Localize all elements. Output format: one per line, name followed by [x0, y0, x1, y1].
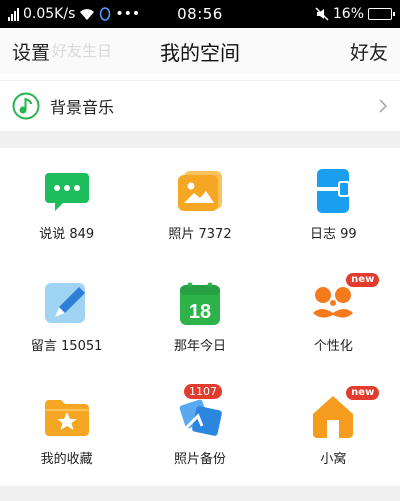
calendar-icon: 18: [179, 282, 220, 326]
grid-item-photos[interactable]: 照片 7372: [133, 148, 266, 261]
signal-icon: [8, 7, 19, 21]
feature-grid: 说说 849 照片 7372 日志 99 留言 15051 18 那年今日 ne…: [0, 148, 400, 486]
qq-penguin-icon: [100, 7, 111, 21]
battery-icon: [368, 8, 395, 20]
grid-item-this-day[interactable]: 18 那年今日: [133, 261, 266, 374]
chevron-right-icon: [379, 99, 388, 113]
new-badge: new: [346, 386, 380, 401]
network-speed: 0.05K/s: [23, 6, 76, 22]
grid-item-label: 说说 849: [39, 226, 95, 242]
section-divider: [0, 132, 400, 148]
pen-icon: [44, 283, 85, 324]
more-dots: •••: [115, 6, 141, 22]
grid-item-personalize[interactable]: new 个性化: [267, 261, 400, 374]
svg-text:18: 18: [189, 301, 211, 323]
background-music-row[interactable]: 背景音乐: [0, 80, 400, 132]
grid-item-messages[interactable]: 留言 15051: [0, 261, 133, 374]
friends-button[interactable]: 好友: [350, 38, 388, 65]
status-left: 0.05K/s •••: [8, 6, 158, 22]
grid-item-journal[interactable]: 日志 99: [267, 148, 400, 261]
title-bar: 好友生日 设置 我的空间 好友: [0, 28, 400, 74]
grid-item-label: 日志 99: [309, 226, 357, 242]
status-right: 16%: [242, 6, 395, 22]
status-time: 08:56: [177, 5, 223, 23]
mute-icon: [315, 7, 329, 21]
chat-bubble-icon: [44, 172, 89, 211]
grid-item-photo-backup[interactable]: 1107 照片备份: [133, 373, 266, 486]
background-music-label: 背景音乐: [50, 98, 115, 117]
count-badge: 1107: [183, 384, 222, 400]
settings-button[interactable]: 设置: [12, 38, 50, 65]
grid-item-cozy-home[interactable]: new 小窝: [267, 373, 400, 486]
grid-item-label: 我的收藏: [40, 452, 93, 468]
bottom-divider: [0, 486, 400, 501]
grid-item-favorites[interactable]: 我的收藏: [0, 373, 133, 486]
grid-item-label: 个性化: [313, 339, 353, 355]
grid-item-label: 那年今日: [173, 339, 226, 355]
music-note-icon: [12, 92, 40, 120]
photo-backup-icon: [179, 399, 222, 437]
grid-item-label: 留言 15051: [30, 339, 103, 355]
new-badge: new: [346, 273, 380, 288]
faint-friend-birthday: 好友生日: [52, 42, 113, 60]
wifi-icon: [80, 8, 95, 20]
grid-item-label: 照片 7372: [168, 226, 232, 242]
photo-icon: [177, 170, 222, 211]
journal-icon: [317, 168, 351, 213]
battery-percent: 16%: [332, 6, 364, 22]
grid-item-label: 照片备份: [173, 452, 226, 468]
status-bar: 0.05K/s ••• 08:56 16%: [0, 0, 400, 28]
grid-item-shuoshuo[interactable]: 说说 849: [0, 148, 133, 261]
star-folder-icon: [44, 400, 89, 437]
grid-item-label: 小窝: [320, 452, 347, 468]
